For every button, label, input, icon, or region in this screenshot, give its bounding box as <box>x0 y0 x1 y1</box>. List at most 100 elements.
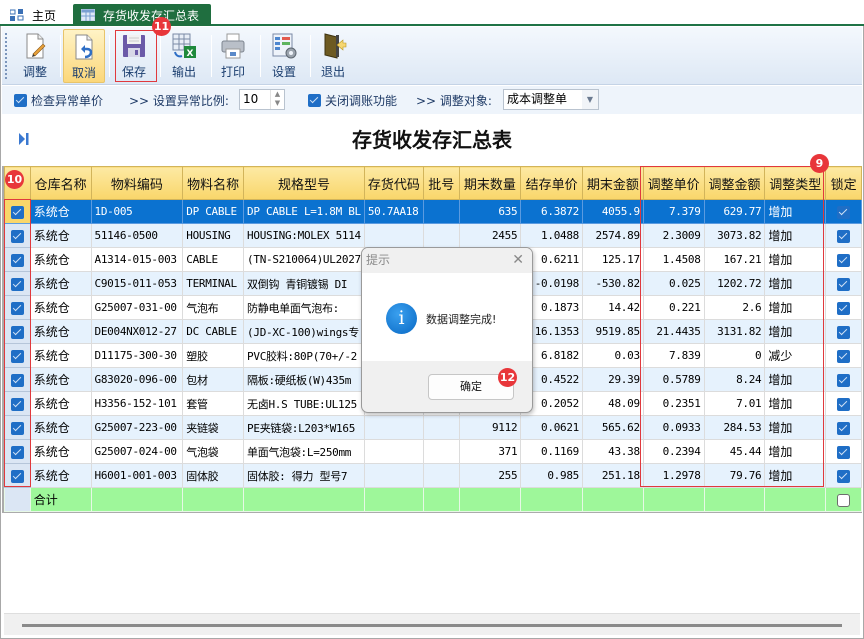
lock-checkbox[interactable] <box>837 493 851 507</box>
inventory-code-cell[interactable] <box>363 415 424 440</box>
closing-qty-cell[interactable]: 9112 <box>458 415 522 440</box>
unit-price-cell[interactable]: 6.3872 <box>520 199 583 224</box>
warehouse-cell[interactable]: 系统仓 <box>29 439 92 464</box>
material-name-cell[interactable]: TERMINAL <box>182 271 245 296</box>
column-header[interactable]: 期末数量 <box>458 166 522 200</box>
unit-price-cell[interactable]: 0.985 <box>520 463 583 488</box>
lock-checkbox[interactable] <box>837 325 851 339</box>
lock-checkbox[interactable] <box>837 445 851 459</box>
lock-cell[interactable] <box>825 343 862 368</box>
closing-qty-cell[interactable]: 2455 <box>458 223 522 248</box>
column-header[interactable]: 物料编码 <box>90 166 184 200</box>
closing-amount-cell[interactable]: 14.42 <box>581 295 644 320</box>
batch-cell[interactable] <box>422 199 460 224</box>
lock-cell[interactable] <box>825 463 862 488</box>
lock-checkbox[interactable] <box>837 229 851 243</box>
lock-checkbox[interactable] <box>837 301 851 315</box>
tab-inventory-summary[interactable]: 存货收发存汇总表 <box>73 4 211 26</box>
material-code-cell[interactable]: G83020-096-00 <box>90 367 184 392</box>
closing-amount-cell[interactable]: -530.82 <box>581 271 644 296</box>
closing-amount-cell[interactable]: 2574.89 <box>581 223 644 248</box>
material-code-cell[interactable]: A1314-015-003 <box>90 247 184 272</box>
material-code-cell[interactable]: H6001-001-003 <box>90 463 184 488</box>
material-name-cell[interactable]: 包材 <box>182 367 245 392</box>
check-abnormal-price-option[interactable]: 检查异常单价 <box>14 92 103 109</box>
column-header[interactable]: 规格型号 <box>243 166 365 200</box>
exit-button[interactable]: 退出 <box>312 29 354 83</box>
warehouse-cell[interactable]: 系统仓 <box>29 463 92 488</box>
horizontal-scrollbar[interactable] <box>4 613 860 635</box>
spec-cell[interactable]: DP CABLE L=1.8M BL <box>243 199 365 224</box>
spec-cell[interactable]: HOUSING:MOLEX 5114 <box>243 223 365 248</box>
material-code-cell[interactable]: G25007-024-00 <box>90 439 184 464</box>
inventory-code-cell[interactable] <box>363 439 424 464</box>
material-code-cell[interactable]: 51146-0500 <box>90 223 184 248</box>
warehouse-cell[interactable]: 系统仓 <box>29 295 92 320</box>
inventory-code-cell[interactable] <box>363 223 424 248</box>
check-abnormal-price-checkbox[interactable] <box>14 93 27 107</box>
lock-cell[interactable] <box>825 247 862 272</box>
closing-amount-cell[interactable]: 9519.85 <box>581 319 644 344</box>
spec-cell[interactable]: 隔板:硬纸板(W)435m <box>243 367 365 392</box>
warehouse-cell[interactable]: 系统仓 <box>29 271 92 296</box>
material-name-cell[interactable]: 塑胶 <box>182 343 245 368</box>
closing-qty-cell[interactable]: 371 <box>458 439 522 464</box>
lock-cell[interactable] <box>825 367 862 392</box>
closing-amount-cell[interactable]: 48.09 <box>581 391 644 416</box>
material-name-cell[interactable]: DC CABLE <box>182 319 245 344</box>
chevron-down-icon[interactable]: ▼ <box>582 90 598 109</box>
material-name-cell[interactable]: 固体胶 <box>182 463 245 488</box>
warehouse-cell[interactable]: 系统仓 <box>29 199 92 224</box>
column-header[interactable]: 锁定 <box>825 166 862 200</box>
material-code-cell[interactable]: D11175-300-30 <box>90 343 184 368</box>
material-code-cell[interactable]: G25007-031-00 <box>90 295 184 320</box>
spinner-arrows-icon[interactable]: ▲ ▼ <box>270 90 284 109</box>
close-icon[interactable]: ✕ <box>512 248 524 273</box>
scrollbar-thumb[interactable] <box>22 624 842 627</box>
closing-amount-cell[interactable]: 565.62 <box>581 415 644 440</box>
unit-price-cell[interactable]: 1.0488 <box>520 223 583 248</box>
spec-cell[interactable]: PVC胶料:80P(70+/-2 <box>243 343 365 368</box>
inventory-code-cell[interactable] <box>363 463 424 488</box>
closing-amount-cell[interactable]: 0.03 <box>581 343 644 368</box>
column-header[interactable]: 结存单价 <box>520 166 583 200</box>
lock-checkbox[interactable] <box>837 397 851 411</box>
tab-home[interactable]: 主页 <box>10 4 56 26</box>
material-name-cell[interactable]: 气泡布 <box>182 295 245 320</box>
material-name-cell[interactable]: HOUSING <box>182 223 245 248</box>
lock-checkbox[interactable] <box>837 277 851 291</box>
spec-cell[interactable]: PE夹链袋:L203*W165 <box>243 415 365 440</box>
warehouse-cell[interactable]: 系统仓 <box>29 319 92 344</box>
spec-cell[interactable]: (JD-XC-100)wings专 <box>243 319 365 344</box>
adjust-button[interactable]: 调整 <box>14 29 56 83</box>
lock-cell[interactable] <box>825 415 862 440</box>
toolbar-grip[interactable] <box>5 33 7 79</box>
column-header[interactable]: 存货代码 <box>363 166 424 200</box>
lock-cell[interactable] <box>825 439 862 464</box>
closing-qty-cell[interactable]: 635 <box>458 199 522 224</box>
lock-checkbox[interactable] <box>837 421 851 435</box>
material-name-cell[interactable]: 套管 <box>182 391 245 416</box>
material-code-cell[interactable]: H3356-152-101 <box>90 391 184 416</box>
spec-cell[interactable]: 双倒钩 青铜镀锡 DI <box>243 271 365 296</box>
lock-cell[interactable] <box>825 199 862 224</box>
spec-cell[interactable]: 无卤H.S TUBE:UL125 <box>243 391 365 416</box>
batch-cell[interactable] <box>422 415 460 440</box>
closing-amount-cell[interactable]: 29.39 <box>581 367 644 392</box>
closing-amount-cell[interactable]: 43.38 <box>581 439 644 464</box>
column-header[interactable]: 批号 <box>422 166 460 200</box>
material-name-cell[interactable]: DP CABLE <box>182 199 245 224</box>
cancel-button[interactable]: 取消 <box>63 29 105 83</box>
warehouse-cell[interactable]: 系统仓 <box>29 367 92 392</box>
lock-cell[interactable] <box>825 271 862 296</box>
closing-amount-cell[interactable]: 251.18 <box>581 463 644 488</box>
batch-cell[interactable] <box>422 439 460 464</box>
batch-cell[interactable] <box>422 463 460 488</box>
material-name-cell[interactable]: CABLE <box>182 247 245 272</box>
material-code-cell[interactable]: C9015-011-053 <box>90 271 184 296</box>
closing-amount-cell[interactable]: 4055.9 <box>581 199 644 224</box>
material-name-cell[interactable]: 气泡袋 <box>182 439 245 464</box>
lock-cell[interactable] <box>825 391 862 416</box>
lock-checkbox[interactable] <box>837 253 851 267</box>
spec-cell[interactable]: 单面气泡袋:L=250mm <box>243 439 365 464</box>
